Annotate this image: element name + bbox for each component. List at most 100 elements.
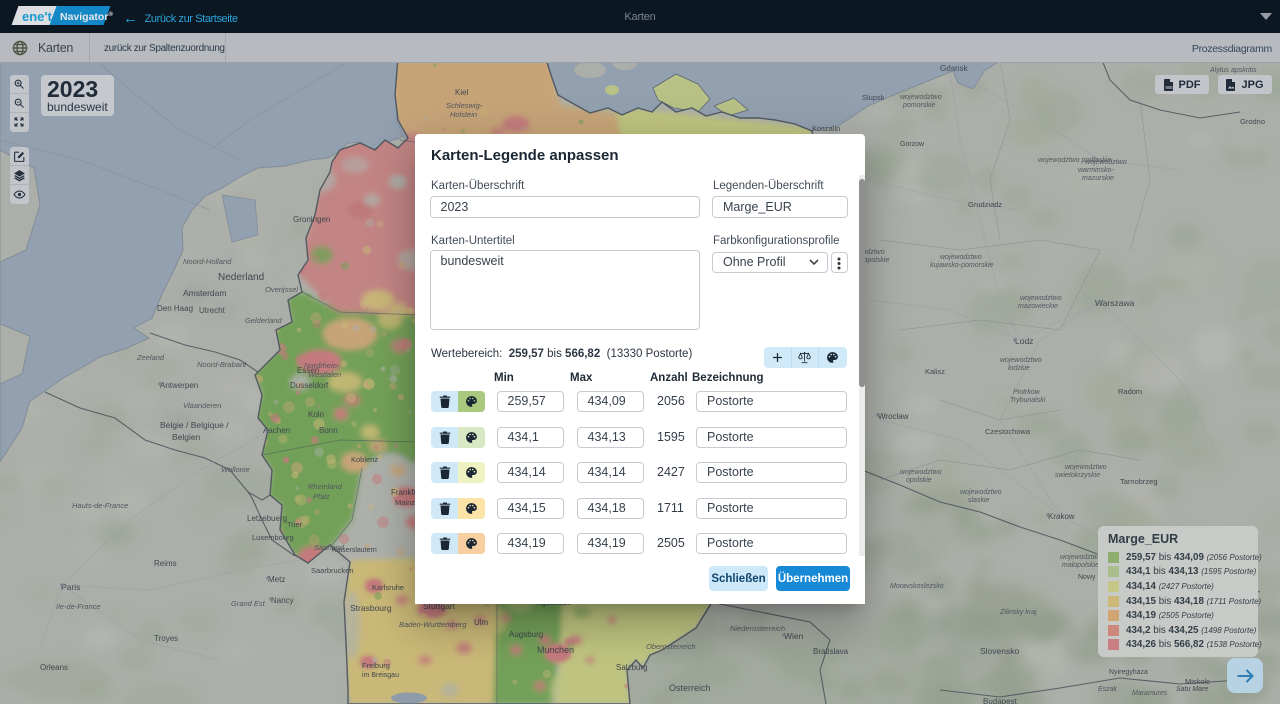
svg-text:wojewodztwo: wojewodztwo [1000, 357, 1042, 364]
svg-text:Oberosterreich: Oberosterreich [646, 642, 696, 651]
svg-text:Trybunalski: Trybunalski [1010, 397, 1046, 404]
svg-text:Amsterdam: Amsterdam [183, 288, 226, 298]
svg-text:Vlaanderen: Vlaanderen [183, 401, 221, 410]
svg-text:Rheinland: Rheinland [308, 482, 343, 491]
svg-text:Grodno: Grodno [1240, 117, 1265, 126]
svg-text:Wroclaw: Wroclaw [878, 412, 909, 421]
svg-text:wojewodztwo podlaskie: wojewodztwo podlaskie [1038, 157, 1111, 164]
svg-text:Antwerpen: Antwerpen [160, 381, 198, 390]
svg-text:wojewodztwo: wojewodztwo [960, 489, 1002, 496]
svg-text:Maramures: Maramures [1132, 690, 1168, 697]
svg-text:Gorzow: Gorzow [900, 141, 925, 148]
svg-text:Ulm: Ulm [474, 618, 489, 627]
svg-text:pomorskie: pomorskie [902, 102, 935, 109]
svg-text:warminsko-: warminsko- [1078, 167, 1114, 174]
svg-text:Freiburg: Freiburg [362, 661, 390, 670]
svg-text:Slupsk: Slupsk [862, 93, 885, 102]
svg-text:Letzebuerg: Letzebuerg [247, 514, 287, 523]
svg-text:wojewodztwo: wojewodztwo [940, 254, 982, 261]
svg-text:Zeeland: Zeeland [136, 353, 165, 362]
svg-text:Groningen: Groningen [293, 215, 330, 224]
svg-text:Noord-Holland: Noord-Holland [183, 257, 232, 266]
svg-text:Kalisz: Kalisz [925, 367, 945, 376]
svg-text:Alytus apskritis: Alytus apskritis [1209, 67, 1257, 74]
svg-text:Koblenz: Koblenz [351, 455, 378, 464]
svg-text:Reims: Reims [154, 559, 177, 568]
svg-text:mazurskie: mazurskie [1082, 175, 1114, 182]
svg-text:Bratislava: Bratislava [813, 647, 849, 656]
svg-text:Slovensko: Slovensko [980, 646, 1019, 656]
svg-text:Czestochowa: Czestochowa [985, 427, 1031, 436]
svg-text:wojewodztwo: wojewodztwo [1065, 464, 1107, 471]
svg-text:Niederosterreich: Niederosterreich [730, 624, 785, 633]
svg-text:Gelderland: Gelderland [245, 316, 283, 325]
svg-text:Ile-de-France: Ile-de-France [56, 602, 101, 611]
svg-text:Satu Mare: Satu Mare [1176, 686, 1208, 693]
svg-text:Tarnobrzeg: Tarnobrzeg [1120, 477, 1158, 486]
svg-text:Gdansk: Gdansk [940, 64, 969, 73]
svg-text:Wien: Wien [784, 631, 804, 641]
svg-text:Aachen: Aachen [263, 426, 290, 435]
svg-text:Augsburg: Augsburg [509, 630, 543, 639]
svg-text:kujawsko-pomorskie: kujawsko-pomorskie [930, 262, 994, 269]
svg-text:Eszak: Eszak [1098, 686, 1118, 693]
svg-text:wojewodztwo: wojewodztwo [1060, 554, 1102, 561]
svg-text:Munchen: Munchen [537, 645, 574, 655]
svg-text:Belgie / Belgique /: Belgie / Belgique / [160, 420, 229, 430]
svg-text:Zilinsky kraj: Zilinsky kraj [999, 609, 1037, 616]
svg-text:malopolskie: malopolskie [1062, 562, 1099, 569]
svg-text:Pfalz: Pfalz [313, 492, 330, 501]
svg-text:Strasbourg: Strasbourg [350, 603, 392, 613]
svg-text:Holstein: Holstein [450, 110, 477, 119]
svg-text:wojewodztwo: wojewodztwo [900, 469, 942, 476]
svg-text:Orleans: Orleans [40, 663, 68, 672]
svg-text:wojewodztwo: wojewodztwo [1020, 295, 1062, 302]
svg-text:Kaiserslautern: Kaiserslautern [332, 547, 377, 554]
svg-text:Nederland: Nederland [218, 272, 264, 283]
svg-text:Paris: Paris [61, 582, 80, 592]
svg-text:Mainz: Mainz [395, 498, 415, 507]
svg-text:Salzburg: Salzburg [616, 663, 648, 672]
svg-text:Bonn: Bonn [319, 426, 338, 435]
svg-text:mazowieckie: mazowieckie [1018, 303, 1058, 310]
svg-text:Utrecht: Utrecht [199, 306, 226, 315]
svg-text:Nyiregyhaza: Nyiregyhaza [1109, 669, 1148, 676]
svg-text:swietokrzyskie: swietokrzyskie [1055, 472, 1100, 479]
svg-text:Belgien: Belgien [172, 432, 201, 442]
svg-text:Moravskoslezsko: Moravskoslezsko [890, 583, 944, 590]
svg-text:Metz: Metz [268, 575, 285, 584]
svg-text:Westfalen: Westfalen [308, 370, 341, 379]
svg-text:Grudziadz: Grudziadz [968, 200, 1002, 209]
svg-text:Schleswig-: Schleswig- [446, 101, 483, 110]
svg-text:Hauts-de-France: Hauts-de-France [72, 501, 128, 510]
svg-text:Miskolc: Miskolc [1185, 677, 1210, 686]
svg-text:Den Haag: Den Haag [157, 304, 193, 313]
svg-text:Lodz: Lodz [1015, 336, 1033, 346]
svg-text:lodzkie: lodzkie [1008, 365, 1030, 372]
svg-text:im Breisgau: im Breisgau [362, 672, 399, 679]
svg-text:Saarbrucken: Saarbrucken [311, 566, 354, 575]
svg-text:Luxembourg: Luxembourg [252, 533, 294, 542]
svg-text:Budapest: Budapest [983, 697, 1018, 704]
svg-text:wojewodztwo: wojewodztwo [900, 94, 942, 101]
svg-text:Nordrhein-: Nordrhein- [304, 361, 340, 370]
svg-text:Wallonie: Wallonie [221, 465, 250, 474]
svg-text:Nancy: Nancy [271, 596, 294, 605]
svg-text:Overijssel: Overijssel [265, 285, 298, 294]
svg-text:Kiel: Kiel [455, 88, 469, 97]
svg-text:Trier: Trier [287, 520, 303, 529]
svg-text:Koszalin: Koszalin [812, 124, 840, 133]
svg-text:Baden-Wurttemberg: Baden-Wurttemberg [399, 620, 467, 629]
svg-text:Grand Est: Grand Est [231, 599, 266, 608]
svg-text:Osterreich: Osterreich [669, 683, 711, 693]
svg-text:Koln: Koln [308, 410, 324, 419]
svg-text:Radom: Radom [1118, 387, 1142, 396]
svg-text:Krakow: Krakow [1048, 512, 1075, 521]
svg-text:Noord-Brabant: Noord-Brabant [197, 360, 247, 369]
svg-text:Piotrkow: Piotrkow [1013, 389, 1041, 396]
svg-text:Dusseldorf: Dusseldorf [290, 381, 329, 390]
svg-text:opolskie: opolskie [906, 477, 932, 484]
svg-text:slaskie: slaskie [968, 497, 990, 504]
svg-text:Troyes: Troyes [154, 634, 178, 643]
svg-text:Karlsruhe: Karlsruhe [372, 583, 404, 592]
